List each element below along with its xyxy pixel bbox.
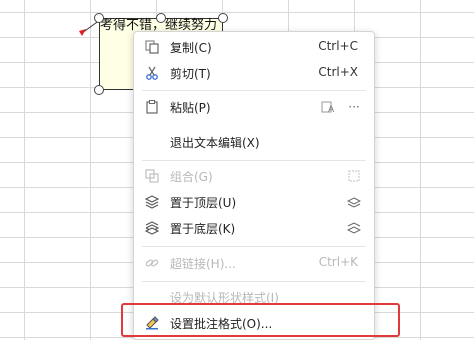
menu-item-shortcut: Ctrl+X [318,65,358,79]
menu-item-cut[interactable]: 剪切(T) Ctrl+X [134,60,374,86]
bring-to-front-icon [144,194,160,210]
menu-item-label: 组合(G) [170,170,213,184]
scissors-icon [144,65,160,81]
menu-item-label: 超链接(H)... [170,257,236,271]
menu-item-group[interactable]: 组合(G) [134,163,374,189]
resize-handle-top-left[interactable] [94,13,104,23]
menu-item-label: 置于顶层(U) [170,196,237,210]
menu-item-copy[interactable]: 复制(C) Ctrl+C [134,34,374,60]
menu-item-exit-text-edit[interactable]: 退出文本编辑(X) [134,129,374,155]
menu-item-shortcut: Ctrl+C [318,39,358,53]
menu-item-label: 剪切(T) [170,67,211,81]
link-icon [144,255,160,271]
menu-item-paste[interactable]: 粘贴(P) A ··· [134,94,374,120]
menu-item-label: 退出文本编辑(X) [170,136,260,150]
menu-separator [142,246,366,247]
menu-item-label: 置于底层(K) [170,222,236,236]
send-to-back-icon [144,220,160,236]
highlight-box [121,303,400,337]
copy-icon [144,39,160,55]
menu-item-bring-to-front[interactable]: 置于顶层(U) [134,189,374,215]
menu-separator [142,90,366,91]
menu-item-label: 粘贴(P) [170,101,211,115]
group-side-icon [346,168,362,184]
menu-item-shortcut: Ctrl+K [318,255,358,269]
context-menu: 复制(C) Ctrl+C 剪切(T) Ctrl+X 粘贴(P) A ··· 退出… [133,31,375,340]
resize-handle-top-middle[interactable] [156,13,166,23]
group-icon [144,168,160,184]
send-to-back-side-icon [346,220,362,236]
menu-separator [142,281,366,282]
menu-item-label: 复制(C) [170,41,212,55]
menu-item-send-to-back[interactable]: 置于底层(K) [134,215,374,241]
svg-text:A: A [328,105,335,114]
menu-item-hyperlink[interactable]: 超链接(H)... Ctrl+K [134,250,374,276]
menu-separator [142,160,366,161]
resize-handle-top-right[interactable] [218,13,228,23]
paste-icon [144,99,160,115]
bring-to-front-side-icon [346,194,362,210]
more-options-icon[interactable]: ··· [346,99,362,115]
resize-handle-bottom-left[interactable] [94,85,104,95]
paste-as-text-icon[interactable]: A [320,99,336,115]
